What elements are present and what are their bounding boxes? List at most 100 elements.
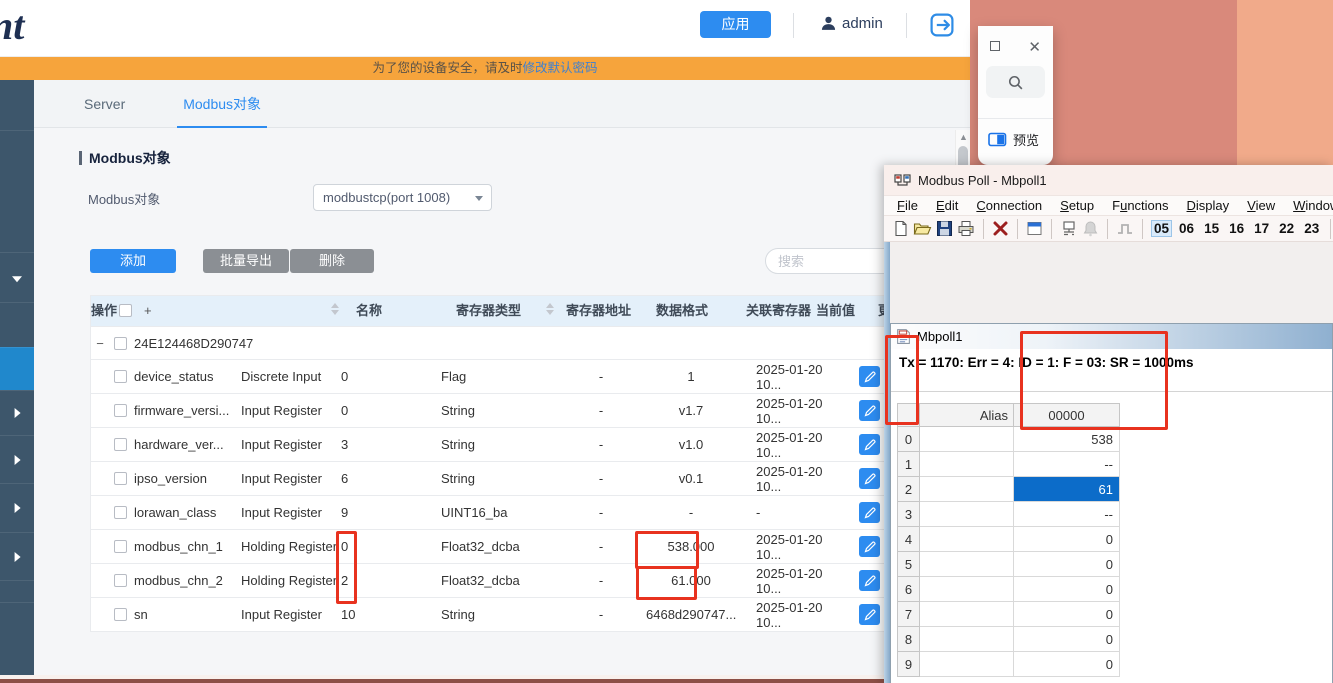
sidebar-item-3[interactable] <box>0 302 34 347</box>
column-header-5[interactable]: 当前值 <box>816 296 855 326</box>
sidebar-item-10[interactable] <box>0 602 34 675</box>
edit-button[interactable] <box>859 604 880 625</box>
tab-server[interactable]: Server <box>84 80 125 128</box>
row-checkbox[interactable] <box>114 438 127 451</box>
batch-export-button[interactable]: 批量导出 <box>203 249 289 273</box>
delete-button[interactable]: 删除 <box>290 249 374 273</box>
alarm-bell-icon[interactable] <box>1082 219 1099 239</box>
grid-value-cell[interactable]: 0 <box>1014 527 1120 552</box>
edit-button[interactable] <box>859 570 880 591</box>
expand-all-toggle[interactable]: + <box>144 296 152 326</box>
grid-alias-cell[interactable] <box>920 577 1014 602</box>
maximize-icon[interactable] <box>990 41 1000 51</box>
open-file-icon[interactable] <box>913 219 932 239</box>
grid-alias-cell[interactable] <box>920 527 1014 552</box>
sort-icon[interactable] <box>331 303 339 315</box>
menu-edit[interactable]: Edit <box>927 198 967 213</box>
grid-value-cell[interactable]: 0 <box>1014 577 1120 602</box>
modbus-object-select[interactable]: modbustcp(port 1008) <box>313 184 492 211</box>
save-icon[interactable] <box>936 219 953 239</box>
grid-value-cell[interactable]: -- <box>1014 452 1120 477</box>
function-17-button[interactable]: 17 <box>1251 220 1272 237</box>
grid-row-header[interactable]: 4 <box>897 527 920 552</box>
function-15-button[interactable]: 15 <box>1201 220 1222 237</box>
grid-row-header[interactable]: 8 <box>897 627 920 652</box>
row-checkbox[interactable] <box>114 370 127 383</box>
row-checkbox[interactable] <box>114 540 127 553</box>
sidebar-item-5[interactable] <box>0 390 34 435</box>
grid-alias-cell[interactable] <box>920 552 1014 577</box>
column-header-3[interactable]: 数据格式 <box>656 296 708 326</box>
column-header-7[interactable]: 操作 <box>91 296 117 326</box>
tab-modbus对象[interactable]: Modbus对象 <box>183 80 261 128</box>
row-checkbox[interactable] <box>114 608 127 621</box>
grid-value-cell[interactable]: 0 <box>1014 627 1120 652</box>
column-header-2[interactable]: 寄存器地址 <box>566 296 631 326</box>
disconnect-icon[interactable] <box>992 219 1009 239</box>
sidebar-item-8[interactable] <box>0 532 34 580</box>
preview-menu-item[interactable]: 预览 <box>988 130 1039 149</box>
grid-value-cell[interactable]: 538 <box>1014 427 1120 452</box>
grid-row-header[interactable]: 9 <box>897 652 920 677</box>
grid-row-header[interactable]: 1 <box>897 452 920 477</box>
grid-row-header[interactable]: 0 <box>897 427 920 452</box>
function-16-button[interactable]: 16 <box>1226 220 1247 237</box>
new-file-icon[interactable] <box>892 219 909 239</box>
edit-button[interactable] <box>859 400 880 421</box>
panel-search-button[interactable] <box>986 66 1045 98</box>
menu-window[interactable]: Window <box>1284 198 1333 213</box>
menu-display[interactable]: Display <box>1178 198 1239 213</box>
edit-button[interactable] <box>859 366 880 387</box>
row-checkbox[interactable] <box>114 506 127 519</box>
user-menu[interactable]: admin <box>820 15 883 32</box>
sidebar-item-2[interactable] <box>0 252 34 302</box>
grid-alias-cell[interactable] <box>920 602 1014 627</box>
logout-button[interactable] <box>929 12 955 38</box>
close-icon[interactable]: ✕ <box>1028 38 1041 56</box>
column-header-4[interactable]: 关联寄存器 <box>746 296 811 326</box>
collapse-toggle[interactable]: − <box>91 336 109 351</box>
display-setup-icon[interactable] <box>1026 219 1043 239</box>
sidebar-item-0[interactable] <box>0 80 34 130</box>
function-05-button[interactable]: 05 <box>1151 220 1172 237</box>
poll-definition-icon[interactable] <box>1060 219 1078 239</box>
modbus-poll-titlebar[interactable]: Modbus Poll - Mbpoll1 <box>884 165 1333 195</box>
function-23-button[interactable]: 23 <box>1301 220 1322 237</box>
column-header-1[interactable]: 寄存器类型 <box>456 296 521 326</box>
grid-row-header[interactable]: 7 <box>897 602 920 627</box>
grid-value-cell[interactable]: 0 <box>1014 552 1120 577</box>
menu-file[interactable]: File <box>888 198 927 213</box>
change-password-link[interactable]: 修改默认密码 <box>523 61 598 75</box>
grid-value-cell[interactable]: -- <box>1014 502 1120 527</box>
menu-connection[interactable]: Connection <box>967 198 1051 213</box>
sidebar-item-7[interactable] <box>0 483 34 532</box>
grid-row-header[interactable]: 6 <box>897 577 920 602</box>
grid-alias-cell[interactable] <box>920 502 1014 527</box>
edit-button[interactable] <box>859 434 880 455</box>
select-all-checkbox[interactable] <box>119 304 132 317</box>
grid-value-cell[interactable]: 0 <box>1014 602 1120 627</box>
alias-column-header[interactable]: Alias <box>920 403 1014 427</box>
edit-button[interactable] <box>859 536 880 557</box>
grid-alias-cell[interactable] <box>920 452 1014 477</box>
menu-functions[interactable]: Functions <box>1103 198 1177 213</box>
column-header-0[interactable]: 名称 <box>356 296 382 326</box>
grid-alias-cell[interactable] <box>920 427 1014 452</box>
function-06-button[interactable]: 06 <box>1176 220 1197 237</box>
grid-alias-cell[interactable] <box>920 627 1014 652</box>
scroll-up-arrow[interactable]: ▲ <box>956 132 971 142</box>
sidebar-item-9[interactable] <box>0 580 34 602</box>
edit-button[interactable] <box>859 468 880 489</box>
apply-button[interactable]: 应用 <box>700 11 771 38</box>
sidebar-item-1[interactable] <box>0 130 34 252</box>
grid-row-header[interactable]: 5 <box>897 552 920 577</box>
grid-alias-cell[interactable] <box>920 477 1014 502</box>
add-button[interactable]: 添加 <box>90 249 176 273</box>
group-checkbox[interactable] <box>114 337 127 350</box>
grid-alias-cell[interactable] <box>920 652 1014 677</box>
print-icon[interactable] <box>957 219 975 239</box>
row-checkbox[interactable] <box>114 574 127 587</box>
grid-value-cell[interactable]: 0 <box>1014 652 1120 677</box>
menu-setup[interactable]: Setup <box>1051 198 1103 213</box>
menu-view[interactable]: View <box>1238 198 1284 213</box>
